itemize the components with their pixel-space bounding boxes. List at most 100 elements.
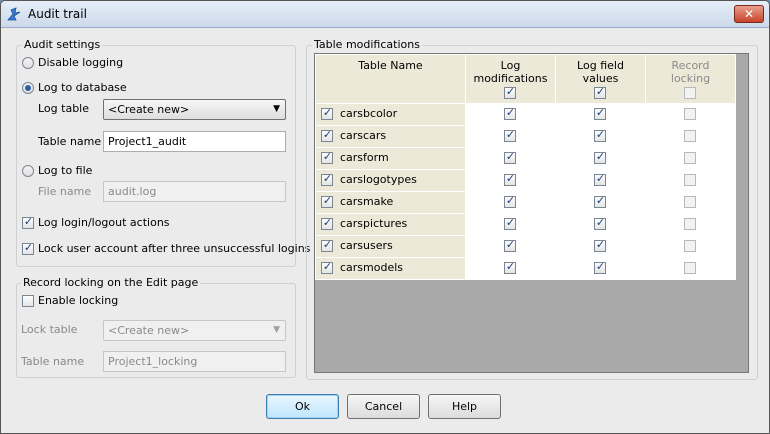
include-table-checkbox[interactable] [321,216,333,230]
record-locking-checkbox[interactable] [684,218,696,230]
close-button[interactable]: ✕ [734,5,764,23]
log-modifications-checkbox[interactable] [504,150,516,164]
window-title: Audit trail [28,7,87,21]
table-modifications-legend: Table modifications [312,38,422,51]
include-table-checkbox[interactable] [321,150,333,164]
log-login-checkbox[interactable] [22,215,34,229]
include-table-checkbox[interactable] [321,260,333,274]
log-table-label: Log table [38,102,90,115]
table-name-text: carsform [340,151,389,164]
enable-locking-checkbox[interactable] [22,295,34,307]
table-name-cell[interactable]: carsbcolor [315,103,466,126]
include-table-checkbox[interactable] [321,128,333,142]
record-locking-all-checkbox[interactable] [684,87,696,99]
log-modifications-all-checkbox[interactable] [504,85,516,99]
record-locking-checkbox[interactable] [684,130,696,142]
log-to-file-label[interactable]: Log to file [38,164,92,177]
chevron-down-icon: ▼ [273,104,280,114]
log-to-file-radio[interactable] [22,165,34,177]
column-header-label: Record locking [670,59,711,85]
log-field-values-cell [555,235,646,258]
table-name-cell[interactable]: carscars [315,125,466,148]
table-name-text: carspictures [340,217,408,230]
log-table-select[interactable]: <Create new> ▼ [103,99,286,120]
record-locking-checkbox[interactable] [684,240,696,252]
include-table-checkbox[interactable] [321,172,333,186]
column-header-log-field-values[interactable]: Log field values [555,54,646,104]
file-name-label: File name [38,185,92,198]
column-header-table-name[interactable]: Table Name [315,54,466,104]
log-modifications-checkbox[interactable] [504,172,516,186]
record-locking-checkbox[interactable] [684,196,696,208]
log-modifications-cell [465,125,556,148]
log-field-values-checkbox[interactable] [594,260,606,274]
enable-locking-label[interactable]: Enable locking [38,294,118,307]
log-field-values-checkbox[interactable] [594,128,606,142]
log-modifications-checkbox[interactable] [504,194,516,208]
log-field-values-checkbox[interactable] [594,216,606,230]
log-field-values-cell [555,103,646,126]
log-modifications-cell [465,169,556,192]
record-locking-checkbox[interactable] [684,108,696,120]
audit-settings-group [16,45,296,267]
include-table-checkbox[interactable] [321,238,333,252]
log-field-values-checkbox[interactable] [594,238,606,252]
log-field-values-all-checkbox[interactable] [594,85,606,99]
log-field-values-checkbox[interactable] [594,194,606,208]
table-name-text: carslogotypes [340,173,417,186]
lock-account-checkbox[interactable] [22,241,34,255]
log-modifications-checkbox[interactable] [504,260,516,274]
audit-trail-dialog: Audit trail ✕ Audit settings Disable log… [0,0,770,434]
log-modifications-checkbox[interactable] [504,128,516,142]
log-modifications-cell [465,257,556,280]
table-row: carsbcolor [315,103,736,126]
log-modifications-cell [465,103,556,126]
table-name-cell[interactable]: carsmodels [315,257,466,280]
table-row: carsmake [315,191,736,214]
table-modifications-grid: Table Name Log modifications Log field v… [314,53,749,373]
include-table-checkbox[interactable] [321,194,333,208]
table-name-cell[interactable]: carsusers [315,235,466,258]
table-row: carspictures [315,213,736,236]
log-login-label[interactable]: Log login/logout actions [38,216,170,229]
table-name-input[interactable]: Project1_audit [103,131,286,152]
ok-button[interactable]: Ok [266,394,339,419]
column-header-log-modifications[interactable]: Log modifications [465,54,556,104]
record-locking-checkbox[interactable] [684,152,696,164]
disable-logging-radio[interactable] [22,57,34,69]
table-name-cell[interactable]: carslogotypes [315,169,466,192]
table-name-cell[interactable]: carsmake [315,191,466,214]
log-field-values-checkbox[interactable] [594,172,606,186]
file-name-input[interactable]: audit.log [103,181,286,202]
table-name-cell[interactable]: carsform [315,147,466,170]
record-locking-cell [645,235,736,258]
record-locking-checkbox[interactable] [684,174,696,186]
column-header-record-locking[interactable]: Record locking [645,54,736,104]
locking-table-name-label: Table name [21,355,85,368]
title-bar: Audit trail ✕ [1,1,769,28]
record-locking-cell [645,169,736,192]
log-modifications-checkbox[interactable] [504,216,516,230]
log-table-value: <Create new> [108,103,190,116]
log-field-values-checkbox[interactable] [594,106,606,120]
include-table-checkbox[interactable] [321,106,333,120]
table-name-text: carscars [340,129,387,142]
lock-account-label[interactable]: Lock user account after three unsuccessf… [38,242,310,255]
log-to-database-label[interactable]: Log to database [38,81,127,94]
log-field-values-cell [555,169,646,192]
table-name-text: carsmake [340,195,394,208]
lock-table-select[interactable]: <Create new> ▼ [103,320,286,341]
cancel-button[interactable]: Cancel [347,394,420,419]
log-modifications-checkbox[interactable] [504,238,516,252]
log-to-database-radio[interactable] [22,82,34,94]
log-field-values-cell [555,257,646,280]
table-name-cell[interactable]: carspictures [315,213,466,236]
column-header-label: Log field values [577,59,624,85]
record-locking-checkbox[interactable] [684,262,696,274]
disable-logging-label[interactable]: Disable logging [38,56,123,69]
log-modifications-checkbox[interactable] [504,106,516,120]
locking-table-name-input[interactable]: Project1_locking [103,351,286,372]
log-modifications-cell [465,235,556,258]
log-field-values-checkbox[interactable] [594,150,606,164]
help-button[interactable]: Help [428,394,501,419]
